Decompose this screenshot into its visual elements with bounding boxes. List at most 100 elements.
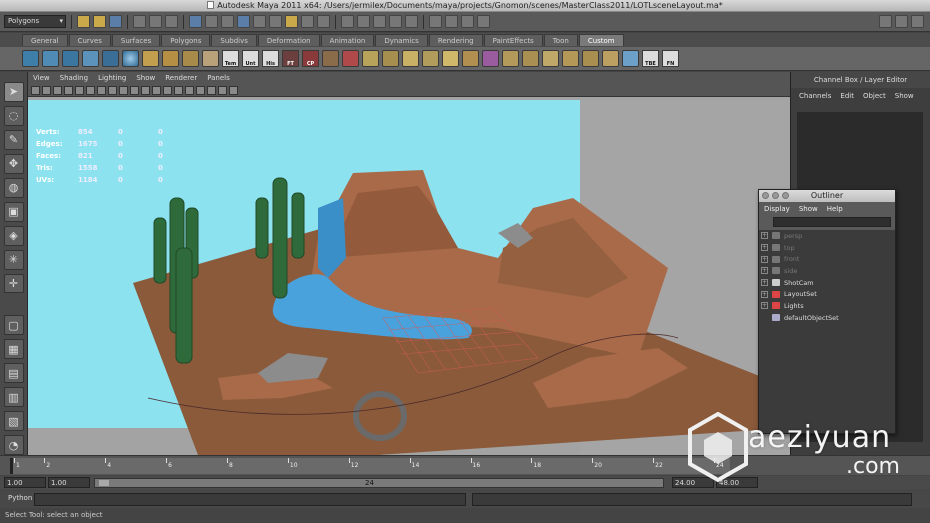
extrude-icon[interactable]	[322, 50, 339, 67]
soft-modification-icon[interactable]: ✳	[3, 249, 24, 270]
cylindrical-map-icon[interactable]	[582, 50, 599, 67]
snap-view-plane-icon[interactable]	[389, 15, 402, 28]
expand-icon[interactable]: +	[761, 232, 768, 240]
four-view-layout-icon[interactable]: ▦	[3, 339, 24, 360]
mask-deform-icon[interactable]	[253, 15, 266, 28]
3d-viewport[interactable]: Verts: 854 0 0 Edges: 1675 0 0 Faces: 82…	[28, 98, 790, 455]
tab-polygons[interactable]: Polygons	[161, 34, 211, 46]
outliner-menu-show[interactable]: Show	[799, 205, 818, 216]
menu-set-dropdown[interactable]: Polygons	[4, 15, 66, 28]
snap-curve-icon[interactable]	[357, 15, 370, 28]
save-scene-icon[interactable]	[109, 15, 122, 28]
mask-dynamics-icon[interactable]	[269, 15, 282, 28]
tab-subdivs[interactable]: Subdivs	[211, 34, 257, 46]
panel-menu-lighting[interactable]: Lighting	[98, 72, 126, 84]
expand-icon[interactable]: +	[761, 244, 768, 252]
arc-curve-icon[interactable]	[82, 50, 99, 67]
animation-end-field[interactable]: 48.00	[716, 477, 758, 488]
textured-icon[interactable]	[174, 85, 183, 95]
playback-end-field[interactable]: 24.00	[672, 477, 714, 488]
time-slider[interactable]: 1 2 4 6 8 10 12 14 16 18 20 22 24	[0, 455, 930, 475]
circle-curve-icon[interactable]	[102, 50, 119, 67]
poly-torus-icon[interactable]	[202, 50, 219, 67]
uv-editor-icon[interactable]	[542, 50, 559, 67]
spherical-map-icon[interactable]	[602, 50, 619, 67]
high-quality-icon[interactable]	[207, 85, 216, 95]
render-settings-icon[interactable]	[477, 15, 490, 28]
history-icon[interactable]	[429, 15, 442, 28]
expand-icon[interactable]: +	[761, 279, 768, 287]
sphere-icon[interactable]	[122, 50, 139, 67]
panel-menu-show[interactable]: Show	[136, 72, 155, 84]
pencil-curve-icon[interactable]	[62, 50, 79, 67]
safe-title-icon[interactable]	[130, 85, 139, 95]
universal-manipulator-icon[interactable]: ◈	[3, 225, 24, 246]
shelf-button-tem[interactable]: Tem	[222, 50, 239, 67]
mask-curves-icon[interactable]	[221, 15, 234, 28]
current-time-marker[interactable]	[10, 458, 13, 474]
mask-misc-icon[interactable]	[301, 15, 314, 28]
outliner-filter-field[interactable]	[773, 217, 891, 227]
tab-custom[interactable]: Custom	[578, 34, 624, 46]
use-all-lights-icon[interactable]	[185, 85, 194, 95]
render-frame-icon[interactable]	[445, 15, 458, 28]
show-tool-settings-icon[interactable]	[895, 15, 908, 28]
minimize-window-icon[interactable]	[772, 192, 779, 199]
poly-cylinder-icon[interactable]	[162, 50, 179, 67]
command-input[interactable]	[34, 493, 466, 506]
expand-icon[interactable]: +	[761, 267, 768, 275]
open-scene-icon[interactable]	[93, 15, 106, 28]
tab-surfaces[interactable]: Surfaces	[111, 34, 161, 46]
show-attribute-editor-icon[interactable]	[879, 15, 892, 28]
outliner-item-top[interactable]: + top	[759, 242, 895, 254]
separate-icon[interactable]	[462, 50, 479, 67]
reverse-normals-icon[interactable]	[522, 50, 539, 67]
persp-outliner-layout-icon[interactable]: ▥	[3, 387, 24, 408]
hypershade-icon[interactable]: ◔	[3, 435, 24, 456]
persp-graph-layout-icon[interactable]: ▤	[3, 363, 24, 384]
panel-menu-shading[interactable]: Shading	[60, 72, 88, 84]
outliner-item-layoutset[interactable]: + LayoutSet	[759, 288, 895, 300]
outliner-icon[interactable]: ▧	[3, 411, 24, 432]
channel-box-menu-edit[interactable]: Edit	[840, 92, 854, 104]
scale-tool-icon[interactable]: ▣	[3, 201, 24, 222]
outliner-item-persp[interactable]: + persp	[759, 230, 895, 242]
poly-cube-icon[interactable]	[142, 50, 159, 67]
show-manipulator-icon[interactable]: ✛	[3, 273, 24, 294]
make-live-icon[interactable]	[405, 15, 418, 28]
append-polygon-icon[interactable]	[402, 50, 419, 67]
planar-map-icon[interactable]	[562, 50, 579, 67]
merge-vertices-icon[interactable]	[382, 50, 399, 67]
wireframe-icon[interactable]	[141, 85, 150, 95]
field-chart-icon[interactable]	[108, 85, 117, 95]
outliner-item-shotcam[interactable]: + ShotCam	[759, 277, 895, 289]
poly-plane-icon[interactable]	[182, 50, 199, 67]
tab-dynamics[interactable]: Dynamics	[375, 34, 428, 46]
mirror-geometry-icon[interactable]	[482, 50, 499, 67]
ep-curve-icon[interactable]	[42, 50, 59, 67]
mask-render-icon[interactable]	[285, 15, 298, 28]
resolution-gate-icon[interactable]	[86, 85, 95, 95]
panel-menu-panels[interactable]: Panels	[207, 72, 230, 84]
bookmarks-icon[interactable]	[42, 85, 51, 95]
shelf-button-cp[interactable]: CP	[302, 50, 319, 67]
mask-joints-icon[interactable]	[205, 15, 218, 28]
lattice-icon[interactable]	[622, 50, 639, 67]
outliner-item-lights[interactable]: + Lights	[759, 300, 895, 312]
shelf-button-tbe[interactable]: TBE	[642, 50, 659, 67]
panel-menu-renderer[interactable]: Renderer	[165, 72, 197, 84]
film-gate-icon[interactable]	[75, 85, 84, 95]
expand-icon[interactable]: +	[761, 255, 768, 263]
zoom-window-icon[interactable]	[782, 192, 789, 199]
safe-action-icon[interactable]	[119, 85, 128, 95]
command-language-label[interactable]: Python	[8, 494, 32, 502]
channel-box-menu-channels[interactable]: Channels	[799, 92, 831, 104]
outliner-item-defaultobjectset[interactable]: +defaultObjectSet	[759, 312, 895, 324]
select-hierarchy-icon[interactable]	[133, 15, 146, 28]
select-object-icon[interactable]	[149, 15, 162, 28]
split-polygon-icon[interactable]	[362, 50, 379, 67]
tab-general[interactable]: General	[22, 34, 68, 46]
shadows-icon[interactable]	[196, 85, 205, 95]
shelf-button-unt[interactable]: Unt	[242, 50, 259, 67]
shelf-button-his[interactable]: His	[262, 50, 279, 67]
